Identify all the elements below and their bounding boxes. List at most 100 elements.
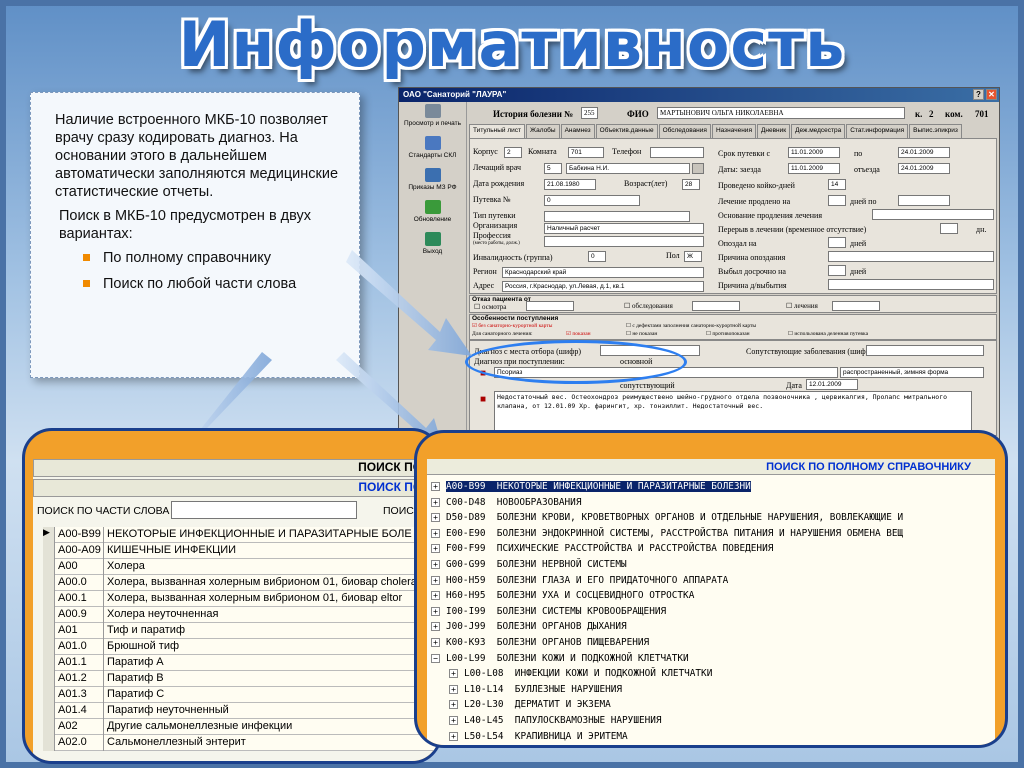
partial-search-input[interactable]	[171, 501, 357, 519]
table-row[interactable]: A01 Тиф и паратиф	[43, 623, 439, 639]
expand-icon[interactable]: +	[449, 731, 458, 741]
tree-node[interactable]: + L40-L45 ПАПУЛОСКВАМОЗНЫЕ НАРУШЕНИЯ	[449, 713, 662, 729]
table-row[interactable]: A01.2 Паратиф В	[43, 671, 439, 687]
tree-node[interactable]: + F00-F99 ПСИХИЧЕСКИЕ РАССТРОЙСТВА И РАСС…	[431, 541, 773, 557]
icd-title: Паратиф В	[107, 672, 164, 684]
row-selector[interactable]	[43, 639, 55, 655]
icd-code: A00-B99	[56, 527, 104, 543]
row-selector[interactable]	[43, 575, 55, 591]
icd-title: КИШЕЧНЫЕ ИНФЕКЦИИ	[107, 544, 237, 556]
row-selector[interactable]	[43, 703, 55, 719]
tree-node-label: H60-H95 БОЛЕЗНИ УХА И СОСЦЕВИДНОГО ОТРОС…	[446, 590, 695, 602]
tree-node[interactable]: + A00-B99 НЕКОТОРЫЕ ИНФЕКЦИОННЫЕ И ПАРАЗИ…	[431, 479, 751, 495]
table-row[interactable]: A00.0 Холера, вызванная холерным вибрионо…	[43, 575, 439, 591]
tree-node[interactable]: + D50-D89 БОЛЕЗНИ КРОВИ, КРОВЕТВОРНЫХ ОРГ…	[431, 510, 903, 526]
tree-node[interactable]: + L20-L30 ДЕРМАТИТ И ЭКЗЕМА	[449, 697, 611, 713]
expand-icon[interactable]: +	[431, 591, 440, 601]
expand-icon[interactable]: +	[431, 528, 440, 538]
table-row[interactable]: A01.3 Паратиф С	[43, 687, 439, 703]
icd-title: Тиф и паратиф	[107, 624, 185, 636]
partial-search-label: ПОИСК ПО ЧАСТИ СЛОВА	[37, 505, 170, 517]
icd-title: Холера, вызванная холерным вибрионом 01,…	[107, 576, 417, 588]
icd-code: A00.0	[56, 575, 104, 591]
expand-icon[interactable]: +	[431, 482, 440, 491]
tree-node[interactable]: + E00-E90 БОЛЕЗНИ ЭНДОКРИННОЙ СИСТЕМЫ, РА…	[431, 526, 903, 542]
tree-node[interactable]: + L50-L54 КРАПИВНИЦА И ЭРИТЕМА	[449, 729, 628, 745]
row-selector[interactable]	[43, 671, 55, 687]
row-selector[interactable]	[43, 543, 55, 559]
table-row[interactable]: A02 Другие сальмонеллезные инфекции	[43, 719, 439, 735]
tree-node-label: L40-L45 ПАПУЛОСКВАМОЗНЫЕ НАРУШЕНИЯ	[464, 715, 662, 726]
tree-node[interactable]: + H60-H95 БОЛЕЗНИ УХА И СОСЦЕВИДНОГО ОТРО…	[431, 588, 694, 604]
tree-node[interactable]: − L00-L99 БОЛЕЗНИ КОЖИ И ПОДКОЖНОЙ КЛЕТЧА…	[431, 651, 689, 667]
row-selector[interactable]	[43, 607, 55, 623]
row-selector[interactable]	[43, 591, 55, 607]
expand-icon[interactable]: +	[431, 638, 440, 647]
icd-code: A02	[56, 719, 104, 735]
icd-code: A01.3	[56, 687, 104, 703]
tree-node-label: L00-L08 ИНФЕКЦИИ КОЖИ И ПОДКОЖНОЙ КЛЕТЧА…	[464, 668, 713, 680]
table-row[interactable]: A00-A09 КИШЕЧНЫЕ ИНФЕКЦИИ	[43, 543, 439, 559]
table-row[interactable]: A00.9 Холера неуточненная	[43, 607, 439, 623]
row-selector[interactable]	[43, 687, 55, 703]
expand-icon[interactable]: +	[431, 497, 440, 507]
tree-node-label: L00-L99 БОЛЕЗНИ КОЖИ И ПОДКОЖНОЙ КЛЕТЧАТ…	[446, 652, 689, 664]
arrow-to-form	[346, 250, 472, 356]
expand-icon[interactable]: +	[449, 684, 458, 694]
icd-code: A00-A09	[56, 543, 104, 559]
row-selector[interactable]	[43, 655, 55, 671]
table-row[interactable]: A01.4 Паратиф неуточненный	[43, 703, 439, 719]
icd-code: A02.0	[56, 735, 104, 751]
row-selector[interactable]	[43, 559, 55, 575]
icd-title: Холера неуточненная	[107, 608, 219, 620]
tree-node-label: I00-I99 БОЛЕЗНИ СИСТЕМЫ КРОВООБРАЩЕНИЯ	[446, 605, 667, 617]
tree-node[interactable]: + I00-I99 БОЛЕЗНИ СИСТЕМЫ КРОВООБРАЩЕНИЯ	[431, 604, 666, 620]
tree-node-label: C00-D48 НОВООБРАЗОВАНИЯ	[446, 496, 582, 508]
tree-node-label: E00-E90 БОЛЕЗНИ ЭНДОКРИННОЙ СИСТЕМЫ, РАС…	[446, 527, 904, 539]
tree-node[interactable]: + J00-J99 БОЛЕЗНИ ОРГАНОВ ДЫХАНИЯ	[431, 619, 627, 635]
partial-search-panel: ПОИСК ПО П ПОИСК ПО Ч ПОИСК ПО ЧАСТИ СЛО…	[22, 428, 442, 764]
icd-code: A00	[56, 559, 104, 575]
icd-title: Брюшной тиф	[107, 640, 180, 652]
tree-node[interactable]: + L00-L08 ИНФЕКЦИИ КОЖИ И ПОДКОЖНОЙ КЛЕТЧ…	[449, 666, 712, 682]
table-row[interactable]: A00.1 Холера, вызванная холерным вибрионо…	[43, 591, 439, 607]
expand-icon[interactable]: +	[431, 575, 440, 585]
panel1-header: ПОИСК ПО П	[33, 459, 439, 477]
tree-node[interactable]: + K00-K93 БОЛЕЗНИ ОРГАНОВ ПИЩЕВАРЕНИЯ	[431, 635, 649, 651]
tree-node-label: H00-H59 БОЛЕЗНИ ГЛАЗА И ЕГО ПРИДАТОЧНОГО…	[446, 574, 729, 586]
icd-code: A01	[56, 623, 104, 639]
icd-title: НЕКОТОРЫЕ ИНФЕКЦИОННЫЕ И ПАРАЗИТАРНЫЕ БО…	[107, 528, 412, 540]
tree-node-label: L10-L14 БУЛЛЕЗНЫЕ НАРУШЕНИЯ	[464, 683, 623, 695]
tree-node[interactable]: + H00-H59 БОЛЕЗНИ ГЛАЗА И ЕГО ПРИДАТОЧНОГ…	[431, 573, 728, 589]
table-row[interactable]: ▶ A00-B99 НЕКОТОРЫЕ ИНФЕКЦИОННЫЕ И ПАРАЗИТ…	[43, 527, 439, 543]
icd-title: Холера, вызванная холерным вибрионом 01,…	[107, 592, 403, 604]
expand-icon[interactable]: +	[431, 606, 440, 616]
panel2-header: ПОИСК ПО ПОЛНОМУ СПРАВОЧНИКУ	[427, 459, 995, 475]
table-row[interactable]: A01.1 Паратиф А	[43, 655, 439, 671]
table-row[interactable]: A00 Холера	[43, 559, 439, 575]
table-row[interactable]: A01.0 Брюшной тиф	[43, 639, 439, 655]
tree-node[interactable]: + L10-L14 БУЛЛЕЗНЫЕ НАРУШЕНИЯ	[449, 682, 622, 698]
icd-title: Холера	[107, 560, 145, 572]
expand-icon[interactable]: +	[449, 716, 458, 725]
expand-icon[interactable]: +	[449, 700, 458, 710]
row-selector[interactable]	[43, 623, 55, 639]
tree-node[interactable]: + G00-G99 БОЛЕЗНИ НЕРВНОЙ СИСТЕМЫ	[431, 557, 627, 573]
tree-node-label: J00-J99 БОЛЕЗНИ ОРГАНОВ ДЫХАНИЯ	[446, 621, 627, 633]
tree-node-label: L50-L54 КРАПИВНИЦА И ЭРИТЕМА	[464, 730, 628, 742]
expand-icon[interactable]: +	[449, 669, 458, 679]
tree-node[interactable]: + C00-D48 НОВООБРАЗОВАНИЯ	[431, 495, 581, 511]
icd-code: A00.1	[56, 591, 104, 607]
expand-icon[interactable]: +	[431, 622, 440, 632]
row-selector[interactable]: ▶	[43, 527, 55, 543]
icd-code: A01.0	[56, 639, 104, 655]
expand-icon[interactable]: +	[431, 560, 440, 569]
expand-icon[interactable]: +	[431, 513, 440, 523]
panel1-subheader: ПОИСК ПО Ч	[33, 479, 439, 497]
collapse-icon[interactable]: −	[431, 653, 440, 663]
row-selector[interactable]	[43, 735, 55, 751]
row-selector[interactable]	[43, 719, 55, 735]
expand-icon[interactable]: +	[431, 544, 440, 554]
icd-title: Сальмонеллезный энтерит	[107, 736, 246, 748]
table-row[interactable]: A02.0 Сальмонеллезный энтерит	[43, 735, 439, 751]
